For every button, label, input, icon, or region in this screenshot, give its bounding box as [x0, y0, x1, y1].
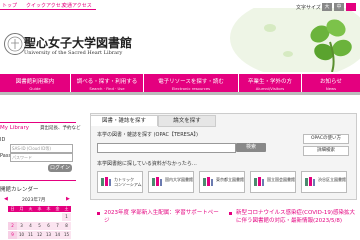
nav-item-guide-label: 図書館利用案内: [15, 79, 55, 85]
calendar-day[interactable]: 8: [62, 222, 71, 230]
sidebar-divider-mid: [0, 180, 76, 181]
calendar-day[interactable]: 2: [8, 222, 17, 230]
library-button-tokyo-metro[interactable]: 東京都立図書館: [199, 171, 245, 193]
nav-item-news-label: お知らせ: [320, 79, 342, 85]
news-link-2[interactable]: 新型コロナウイルス感染症(COVID-19)感染拡大に伴う図書館の対応・最新情報…: [236, 209, 356, 225]
calendar-day[interactable]: 15: [62, 231, 71, 239]
nav-shadow: [0, 92, 360, 95]
calendar-weekday: 土: [62, 206, 71, 212]
nav-item-news-sub: News: [325, 86, 337, 91]
opac-howto-button[interactable]: OPACの使い方: [303, 134, 349, 144]
calendar-day[interactable]: 12: [35, 231, 44, 239]
university-seal-icon: [4, 33, 26, 55]
font-size-label: 文字サイズ: [296, 5, 321, 11]
nav-item-alumni-sub: Alumni/Visitors: [255, 86, 285, 91]
search-button[interactable]: 検索: [236, 143, 266, 152]
calendar-title: 開館カレンダー: [0, 187, 39, 193]
calendar-day: [17, 213, 26, 221]
tab-books[interactable]: 図書・雑誌を探す: [90, 115, 158, 126]
library-button-shibuya[interactable]: 渋谷区立図書館: [301, 171, 347, 193]
nav-item-news[interactable]: お知らせ News: [302, 74, 360, 92]
nav-item-eresources[interactable]: 電子リソースを探す・読む Electronic resources: [144, 74, 239, 92]
menu-icon[interactable]: [346, 3, 356, 11]
calendar-day[interactable]: 9: [8, 231, 17, 239]
top-link-quick[interactable]: クイックアクセス: [26, 2, 66, 9]
books-icon: [254, 177, 264, 186]
calendar-weekday: 月: [17, 206, 26, 212]
calendar-day[interactable]: 14: [53, 231, 62, 239]
library-label-national-univ: 国内大学図書館: [165, 177, 193, 182]
calendar-day[interactable]: 11: [26, 231, 35, 239]
font-size-medium-button[interactable]: 中: [334, 3, 344, 11]
other-libraries-label: 本学図書館に探している資料がなかったら…: [97, 161, 197, 167]
library-label-tokyo-metro: 東京都立図書館: [216, 177, 244, 182]
nav-item-guide[interactable]: 図書館利用案内 Guide: [0, 74, 71, 92]
calendar-day[interactable]: 3: [17, 222, 26, 230]
books-icon: [203, 177, 213, 186]
top-divider: [0, 9, 96, 10]
advanced-search-button[interactable]: 詳細検索: [303, 146, 349, 156]
calendar-day: [53, 213, 62, 221]
calendar-weekday: 火: [26, 206, 35, 212]
nav-item-search[interactable]: 調べる・探す・利用する Search · Find · Use: [71, 74, 144, 92]
id-field[interactable]: SAS-ID (Cloud ID等): [10, 144, 73, 153]
nav-item-alumni[interactable]: 卒業生・学外の方 Alumni/Visitors: [239, 74, 302, 92]
login-button[interactable]: ログイン: [48, 164, 72, 172]
calendar-day: [8, 213, 17, 221]
library-button-national-univ[interactable]: 国内大学図書館: [148, 171, 194, 193]
library-label-catholic: カトリック コンソーシアム: [114, 177, 142, 187]
font-size-large-button[interactable]: 大: [322, 3, 332, 11]
books-icon: [305, 177, 315, 186]
calendar-weekday: 水: [35, 206, 44, 212]
news-link-1[interactable]: 2023年度 学部新入生配属：学習サポートページ: [104, 209, 224, 225]
nav-item-eresources-sub: Electronic resources: [171, 86, 211, 91]
calendar-day[interactable]: 5: [35, 222, 44, 230]
calendar-day[interactable]: 7: [53, 222, 62, 230]
calendar-day[interactable]: 6: [44, 222, 53, 230]
calendar-day: [44, 213, 53, 221]
calendar-weekday: 日: [8, 206, 17, 212]
news-bullet-icon: [229, 212, 232, 215]
main-nav: 図書館利用案内 Guide 調べる・探す・利用する Search · Find …: [0, 74, 360, 92]
top-link-access[interactable]: 交通アクセス: [62, 2, 92, 9]
mylibrary-title: My Library: [0, 125, 29, 131]
calendar-weekday: 木: [44, 206, 53, 212]
calendar-day[interactable]: 10: [17, 231, 26, 239]
books-icon: [101, 177, 111, 186]
nav-item-guide-sub: Guide: [29, 86, 41, 91]
opac-search-input[interactable]: [97, 143, 236, 153]
library-label-ndl: 国立国会図書館: [267, 177, 295, 182]
calendar-day[interactable]: 4: [26, 222, 35, 230]
password-field[interactable]: パスワード: [10, 153, 73, 162]
sidebar-divider-top: [0, 122, 76, 123]
nav-item-alumni-label: 卒業生・学外の方: [247, 79, 292, 85]
opac-label: 本学の図書・雑誌を探す (OPAC【TERESA】): [97, 132, 198, 138]
calendar-day[interactable]: 1: [62, 213, 71, 221]
clover-image: [230, 8, 360, 72]
nav-item-search-label: 調べる・探す・利用する: [76, 79, 138, 85]
calendar-day: [26, 213, 35, 221]
news-bullet-icon: [97, 212, 100, 215]
library-label-shibuya: 渋谷区立図書館: [318, 177, 346, 182]
logo-subtitle: University of the Sacred Heart Library: [24, 50, 123, 56]
calendar-next-icon[interactable]: ▶: [66, 196, 70, 202]
top-link-home[interactable]: トップ: [2, 2, 17, 9]
mylibrary-links[interactable]: 貸出延長、予約など: [40, 125, 81, 131]
calendar-day[interactable]: 13: [44, 231, 53, 239]
id-label: ID: [0, 137, 6, 143]
books-icon: [152, 177, 162, 186]
tab-papers[interactable]: 論文を探す: [158, 115, 216, 127]
calendar-weekday: 金: [53, 206, 62, 212]
calendar-day: [35, 213, 44, 221]
library-button-ndl[interactable]: 国立国会図書館: [250, 171, 296, 193]
calendar-prev-icon[interactable]: ◀: [4, 196, 8, 202]
logo-title[interactable]: 聖心女子大学図書館: [24, 34, 132, 51]
library-button-catholic[interactable]: カトリック コンソーシアム: [97, 171, 143, 193]
calendar-month: 2023年7月: [22, 198, 46, 203]
nav-item-eresources-label: 電子リソースを探す・読む: [158, 79, 224, 85]
nav-item-search-sub: Search · Find · Use: [89, 86, 125, 91]
